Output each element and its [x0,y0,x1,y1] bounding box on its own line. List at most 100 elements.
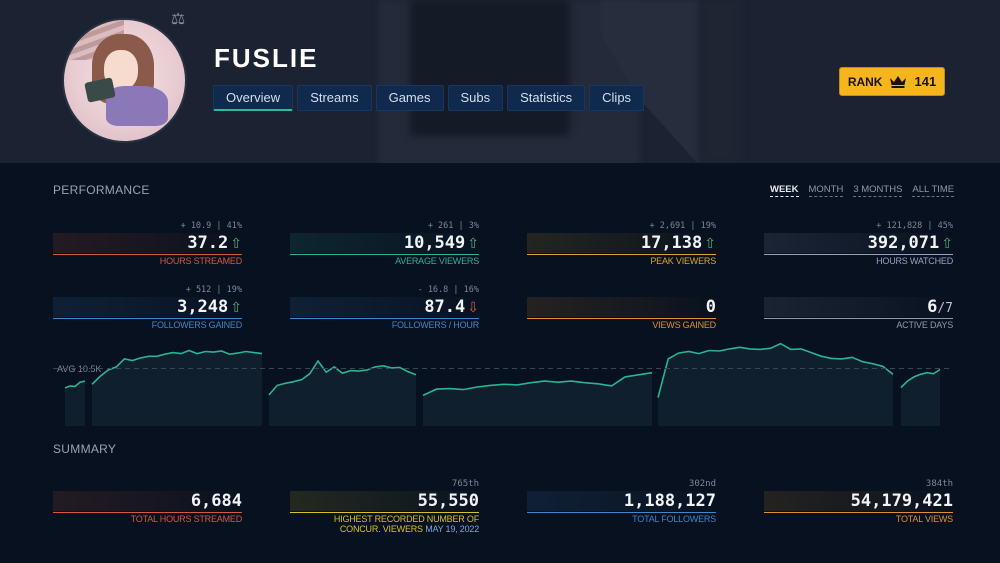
chart-area-segment [658,343,893,426]
stat-label: VIEWS GAINED [652,320,716,330]
summary-title: SUMMARY [53,442,117,456]
period-selector: WEEK MONTH 3 MONTHS ALL TIME [770,184,955,197]
stat-number: 10,549 [403,233,466,253]
stat-underline [53,254,242,255]
stat-number: 87.4 [424,297,466,317]
stat-label: AVERAGE VIEWERS [395,256,479,266]
crown-icon [890,76,907,88]
summary-label: TOTAL HOURS STREAMED [130,514,243,524]
avatar-art [106,86,168,126]
stat-value: 17,138 ⇧ [641,233,716,254]
stat-value: 37.2 ⇧ [187,233,242,254]
stat-card: + 261 | 3% 10,549 ⇧ AVERAGE VIEWERS [290,221,479,277]
stat-label: HOURS WATCHED [876,256,953,266]
summary-rank: 384th [925,479,953,489]
chart-area-segment [65,381,85,426]
avatar [62,18,187,143]
period-3-months[interactable]: 3 MONTHS [853,184,903,197]
chart-area-segment [423,372,652,426]
chart-area-segment [901,369,940,426]
stat-card: 6/7 ACTIVE DAYS [764,285,953,341]
summary-label-text: TOTAL VIEWS [895,514,953,524]
stat-underline [290,318,479,319]
trend-up-icon: ⇧ [230,300,242,316]
rank-badge[interactable]: RANK 141 [839,67,945,96]
summary-card: 302nd 1,188,127 TOTAL FOLLOWERS [527,479,716,535]
tab-statistics[interactable]: Statistics [507,85,586,111]
stat-number: 37.2 [187,233,229,253]
viewers-chart [53,342,953,426]
summary-date: MAY 19, 2022 [425,524,479,534]
stat-card: + 512 | 19% 3,248 ⇧ FOLLOWERS GAINED [53,285,242,341]
trend-down-icon: ⇩ [467,300,479,316]
period-week[interactable]: WEEK [770,184,799,197]
summary-label-text: TOTAL HOURS STREAMED [130,514,243,524]
summary-rank: 302nd [688,479,716,489]
stat-label: HOURS STREAMED [159,256,242,266]
channel-tabs: Overview Streams Games Subs Statistics C… [213,85,645,111]
stat-delta: - 16.8 | 16% [417,285,479,295]
scale-icon[interactable]: ⚖ [167,11,189,29]
header-background-shape [700,0,740,166]
summary-label-text: CONCUR. VIEWERS [339,524,423,534]
stat-value-suffix: /7 [937,301,953,316]
stat-label: PEAK VIEWERS [650,256,716,266]
summary-rank: 765th [451,479,479,489]
summary-label: HIGHEST RECORDED NUMBER OF CONCUR. VIEWER… [334,514,479,534]
stat-delta: + 512 | 19% [185,285,242,295]
stat-card: + 10.9 | 41% 37.2 ⇧ HOURS STREAMED [53,221,242,277]
stat-number: 3,248 [177,297,229,317]
header-divider [0,163,1000,166]
summary-label: TOTAL FOLLOWERS [632,514,716,524]
stat-bar [764,297,953,317]
stat-value: 87.4 ⇩ [424,297,479,318]
stat-underline [527,254,716,255]
stat-card: + 121,828 | 45% 392,071 ⇧ HOURS WATCHED [764,221,953,277]
trend-up-icon: ⇧ [941,236,953,252]
stat-bar [527,297,716,317]
tab-overview[interactable]: Overview [213,85,294,111]
tab-streams[interactable]: Streams [297,85,372,111]
stat-value: 10,549 ⇧ [404,233,479,254]
period-month[interactable]: MONTH [808,184,844,197]
stat-underline [527,512,716,513]
summary-value: 54,179,421 [850,491,953,511]
channel-header: ⚖ FUSLIE Overview Streams Games Subs Sta… [0,0,1000,166]
tab-subs[interactable]: Subs [447,85,504,111]
stat-delta: + 10.9 | 41% [180,221,242,231]
channel-name: FUSLIE [214,43,319,73]
stat-value: 6/7 [927,297,953,319]
tab-games[interactable]: Games [375,85,444,111]
stat-card: 0 VIEWS GAINED [527,285,716,341]
stat-underline [527,318,716,319]
header-background-shape [410,0,570,136]
summary-card: 6,684 TOTAL HOURS STREAMED [53,479,242,535]
stat-delta: + 261 | 3% [427,221,479,231]
stat-label: ACTIVE DAYS [896,320,953,330]
stat-value: 3,248 ⇧ [177,297,242,318]
stat-number: 0 [705,297,716,317]
summary-value: 6,684 [190,491,242,511]
stat-value: 392,071 ⇧ [868,233,953,254]
period-all-time[interactable]: ALL TIME [912,184,955,197]
summary-label-text: TOTAL FOLLOWERS [632,514,716,524]
stat-underline [53,318,242,319]
stat-card: - 16.8 | 16% 87.4 ⇩ FOLLOWERS / HOUR [290,285,479,341]
summary-card: 384th 54,179,421 TOTAL VIEWS [764,479,953,535]
stat-number: 6 [927,297,938,317]
summary-value: 1,188,127 [623,491,716,511]
stat-underline [290,254,479,255]
chart-area-segment [269,361,416,426]
stat-underline [764,254,953,255]
tab-clips[interactable]: Clips [589,85,645,111]
summary-label-text: HIGHEST RECORDED NUMBER OF [333,514,479,524]
stat-label: FOLLOWERS / HOUR [391,320,480,330]
rank-value: 141 [914,74,937,89]
chart-area-segment [92,350,262,426]
trend-up-icon: ⇧ [467,236,479,252]
stat-underline [53,512,242,513]
trend-up-icon: ⇧ [704,236,716,252]
trend-up-icon: ⇧ [230,236,242,252]
stat-number: 17,138 [640,233,703,253]
stat-number: 392,071 [867,233,940,253]
